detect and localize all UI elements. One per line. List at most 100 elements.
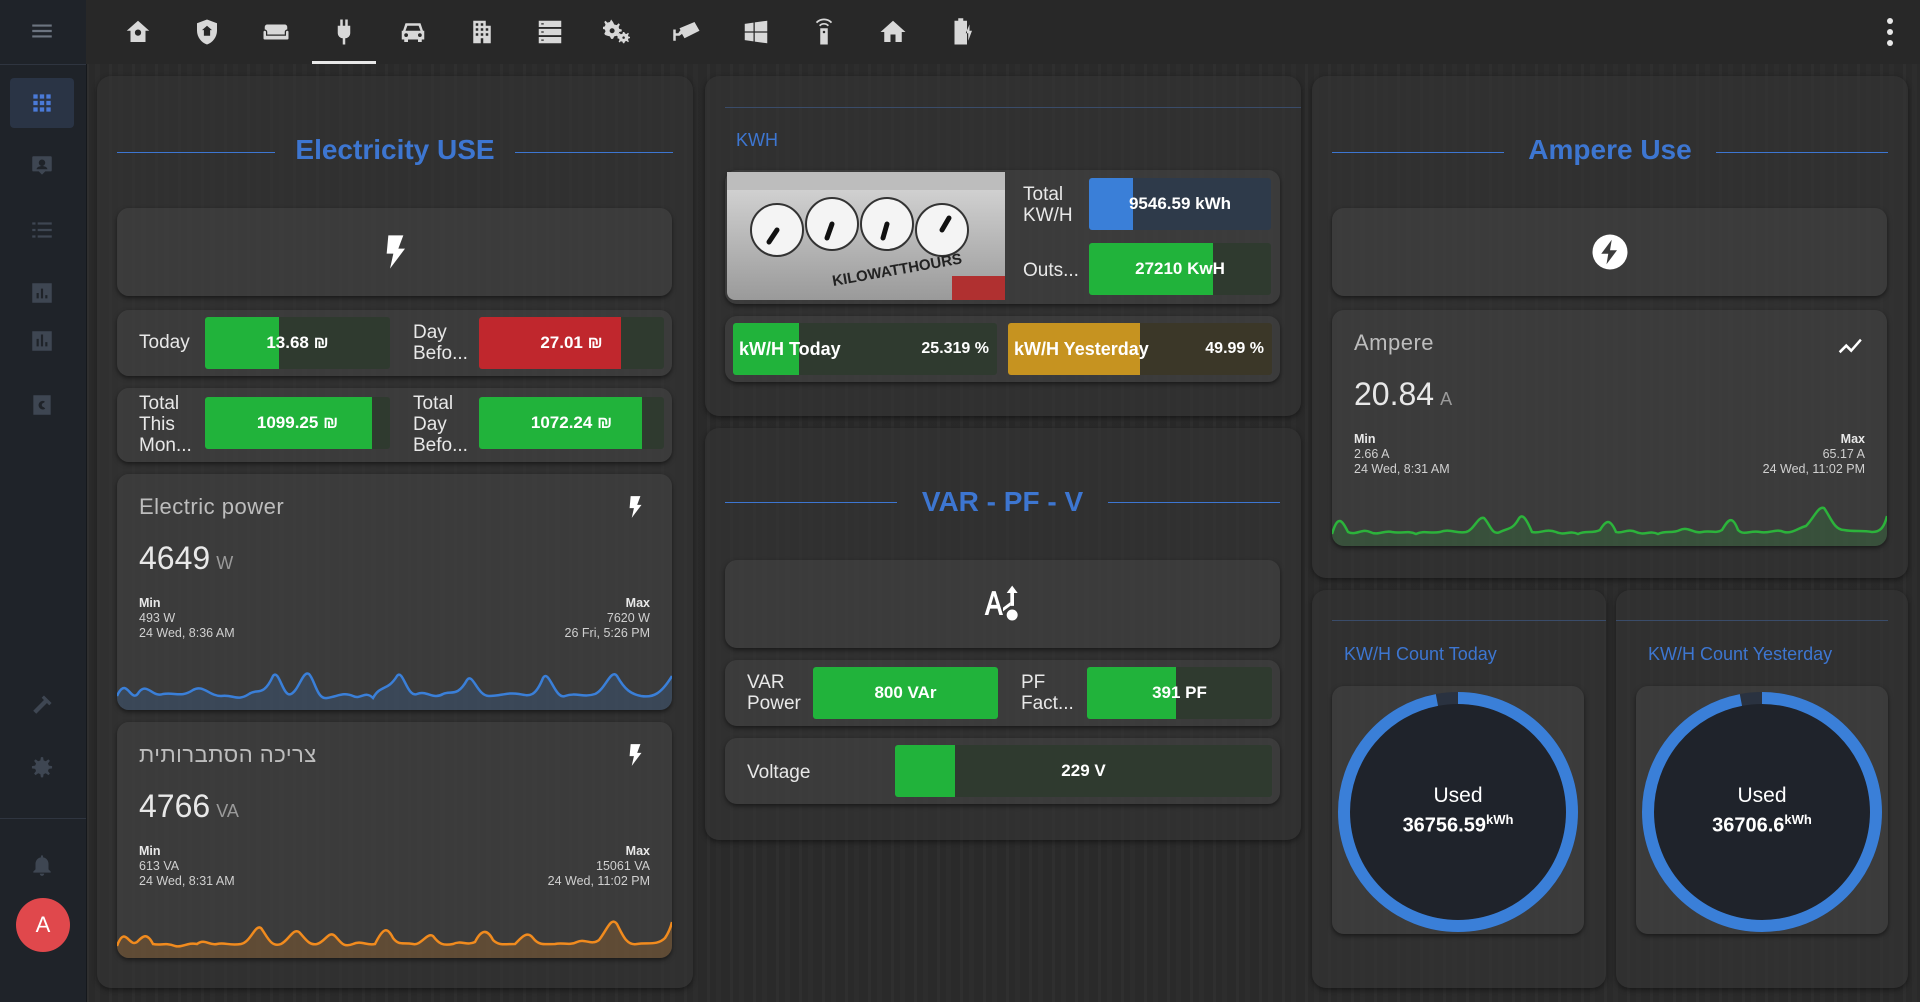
- tab-home-cog[interactable]: [106, 0, 170, 64]
- tab-windows[interactable]: [724, 0, 788, 64]
- electricity-title: Electricity USE: [295, 134, 495, 165]
- today-cost-value: 13.68 ₪: [266, 333, 329, 352]
- electricity-icon-button[interactable]: [117, 208, 672, 296]
- flash-icon: [629, 496, 642, 518]
- outs-value: 27210 KwH: [1135, 259, 1225, 278]
- day-before-cost-bar: 27.01 ₪: [479, 317, 664, 369]
- flash-icon: [386, 235, 405, 269]
- home-cog-icon: [126, 20, 150, 42]
- building-icon: [473, 20, 491, 44]
- battery-charging-icon: [954, 18, 972, 45]
- electric-power-sparkline: [117, 672, 672, 710]
- sidebar: A: [0, 0, 87, 1002]
- kwh-title: KWH: [736, 130, 778, 150]
- var-icon-button[interactable]: [725, 560, 1280, 648]
- tab-sofa[interactable]: [244, 0, 308, 64]
- sidebar-item-history[interactable]: [10, 268, 74, 318]
- total-kwh-value: 9546.59 kWh: [1128, 194, 1232, 213]
- consumption-sparkline: [117, 920, 672, 958]
- count-today-gauge: [1338, 692, 1578, 932]
- ampere-icon-button[interactable]: [1332, 208, 1887, 296]
- settings-icon: [31, 757, 53, 778]
- var-power-bar: 800 VAr: [813, 667, 998, 719]
- history-icon: [32, 283, 52, 303]
- kwh-today-value: 25.319 %: [921, 340, 989, 357]
- var-divider-left: [725, 502, 897, 503]
- tab-remote[interactable]: [792, 0, 856, 64]
- developer-tools-icon: [33, 695, 52, 714]
- var-pf-row: VAR Power 800 VAr PF Fact... 391 PF: [725, 660, 1280, 726]
- ampere-card[interactable]: Ampere 20.84 A Min 2.66 A 24 Wed, 8:31 AM M…: [1332, 310, 1887, 546]
- ampere-min: Min 2.66 A 24 Wed, 8:31 AM: [1354, 432, 1450, 476]
- count-today-used-label: Used: [1433, 784, 1483, 807]
- kwh-percent-row: kW/H Today 25.319 % kW/H Yesterday 49.99…: [725, 316, 1280, 382]
- ampere-value: 20.84 A: [1354, 376, 1453, 412]
- sidebar-item-notifications[interactable]: [10, 840, 74, 890]
- sidebar-item-map[interactable]: [10, 141, 74, 191]
- tab-power-plug[interactable]: [312, 0, 376, 64]
- voltage-bar: 229 V: [895, 745, 1272, 797]
- sidebar-item-energy[interactable]: [10, 316, 74, 366]
- outs-label: Outs...: [1023, 260, 1079, 281]
- tab-cctv[interactable]: [655, 0, 719, 64]
- day-before-cost-value: 27.01 ₪: [540, 333, 603, 352]
- car-icon: [401, 23, 425, 42]
- more-options-icon[interactable]: [1886, 18, 1894, 46]
- electric-power-min: Min 493 W 24 Wed, 8:36 AM: [139, 596, 235, 640]
- sidebar-item-code[interactable]: [10, 380, 74, 430]
- sidebar-item-settings[interactable]: [10, 743, 74, 793]
- tab-building[interactable]: [450, 0, 514, 64]
- tab-car[interactable]: [381, 0, 445, 64]
- voltage-row: Voltage 229 V: [725, 738, 1280, 804]
- today-cost-bar: 13.68 ₪: [205, 317, 390, 369]
- home-icon: [880, 20, 906, 42]
- count-yesterday-gauge: [1642, 692, 1882, 932]
- consumption-name: צריכה הסתברותית: [139, 742, 317, 767]
- ampere-sparkline: [1332, 506, 1887, 546]
- sofa-icon: [263, 24, 289, 40]
- count-yesterday-gauge-card: Used 36706.6kWh: [1636, 686, 1888, 934]
- total-day-before-value: 1072.24 ₪: [530, 413, 613, 432]
- electric-meter-image: KILOWATTHOURS: [727, 172, 1005, 300]
- logbook-icon: [32, 222, 52, 238]
- ampere-divider-left: [1332, 152, 1504, 153]
- total-cost-row: Total This Mon... 1099.25 ₪ Total Day Be…: [117, 388, 672, 462]
- total-day-before-bar: 1072.24 ₪: [479, 397, 664, 449]
- user-avatar[interactable]: A: [16, 898, 70, 952]
- flash-icon: [629, 744, 642, 766]
- tab-shield-home[interactable]: [175, 0, 239, 64]
- electric-power-max: Max 7620 W 26 Fri, 5:26 PM: [564, 596, 650, 640]
- day-before-label: Day Befo...: [413, 322, 468, 364]
- cctv-icon: [673, 22, 700, 41]
- var-power-label: VAR Power: [747, 672, 801, 714]
- tab-cogs[interactable]: [586, 0, 650, 64]
- total-month-value: 1099.25 ₪: [256, 413, 339, 432]
- kwh-today-label: kW/H Today: [739, 338, 841, 359]
- var-pf-icon: [984, 585, 1018, 621]
- tab-server[interactable]: [518, 0, 582, 64]
- var-divider-right: [1108, 502, 1280, 503]
- map-icon: [32, 156, 52, 175]
- sidebar-item-overview[interactable]: [10, 78, 74, 128]
- chart-line-icon: [1838, 338, 1862, 354]
- sidebar-item-logbook[interactable]: [10, 205, 74, 255]
- total-kwh-label: Total KW/H: [1023, 184, 1073, 226]
- ampere-name: Ampere: [1354, 330, 1435, 355]
- sidebar-item-developer-tools[interactable]: [10, 680, 74, 730]
- code-icon: [33, 395, 51, 415]
- count-yesterday-used-label: Used: [1737, 784, 1787, 807]
- title-divider-left: [117, 152, 275, 153]
- hamburger-icon[interactable]: [10, 6, 74, 56]
- title-divider-right: [515, 152, 673, 153]
- electric-power-name: Electric power: [139, 494, 285, 519]
- tab-home[interactable]: [861, 0, 925, 64]
- consumption-min: Min 613 VA 24 Wed, 8:31 AM: [139, 844, 235, 888]
- ampere-title: Ampere Use: [1528, 134, 1692, 165]
- ampere-divider-right: [1716, 152, 1888, 153]
- tab-battery-charging[interactable]: [930, 0, 994, 64]
- count-today-title: KW/H Count Today: [1344, 644, 1497, 664]
- electric-power-card[interactable]: Electric power 4649 W Min 493 W 24 Wed, 8:3…: [117, 474, 672, 710]
- consumption-card[interactable]: צריכה הסתברותית 4766 VA Min 613 VA 24 Wed, …: [117, 722, 672, 958]
- flash-circle-icon: [1592, 234, 1627, 270]
- voltage-value: 229 V: [1061, 761, 1106, 780]
